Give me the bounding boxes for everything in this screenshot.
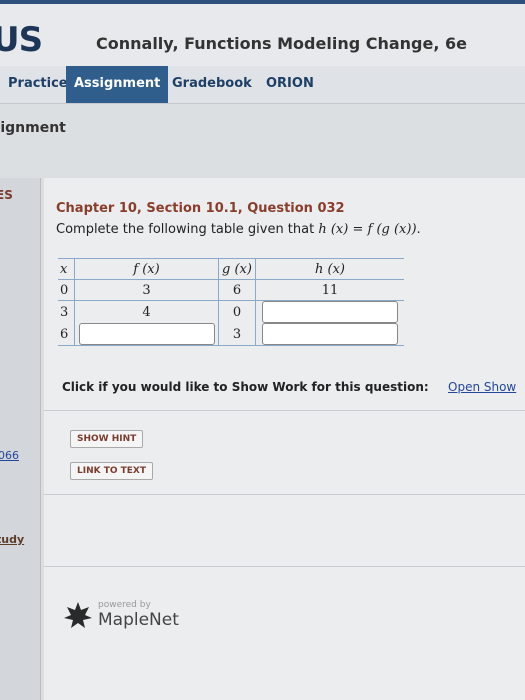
cell-x: 6 — [58, 323, 75, 346]
cell-f: 4 — [74, 300, 219, 323]
table-row: 3 4 0 — [58, 300, 405, 323]
tab-orion[interactable]: ORION — [258, 66, 322, 103]
tab-gradebook[interactable]: Gradebook — [164, 66, 260, 103]
divider — [44, 494, 525, 495]
powered-by-label: powered by — [98, 600, 151, 610]
logo: US — [0, 20, 43, 60]
prompt-formula: h (x) = f (g (x)) — [318, 222, 417, 237]
cell-h: 11 — [255, 279, 404, 301]
cell-g: 6 — [218, 279, 256, 301]
prompt-text: Complete the following table given that — [56, 222, 315, 237]
header-g: g (x) — [218, 258, 256, 280]
maplenet-logo: MapleNet — [98, 610, 179, 630]
table-header-row: x f (x) g (x) h (x) — [58, 258, 404, 280]
cell-g: 3 — [218, 323, 256, 346]
open-show-work-link[interactable]: Open Show — [448, 380, 516, 394]
tab-assignment[interactable]: Assignment — [66, 66, 169, 103]
question-prompt: Complete the following table given that … — [56, 222, 421, 237]
question-title: Chapter 10, Section 10.1, Question 032 — [56, 201, 345, 216]
table-row: 0 3 6 11 — [58, 279, 404, 301]
sidebar-study-link[interactable]: tudy — [0, 533, 24, 546]
show-hint-button[interactable]: SHOW HINT — [70, 430, 144, 448]
header-f: f (x) — [74, 258, 219, 280]
cell-x: 0 — [58, 279, 75, 301]
cell-h-container — [256, 301, 405, 323]
h-of-6-input[interactable] — [262, 323, 398, 345]
page-title: signment — [0, 120, 66, 136]
sidebar — [0, 178, 41, 700]
cell-h-container — [255, 323, 404, 346]
course-title: Connally, Functions Modeling Change, 6e — [96, 34, 467, 53]
sidebar-heading: ES — [0, 188, 13, 202]
tab-practice[interactable]: Practice — [0, 66, 76, 103]
sidebar-link[interactable]: 066 — [0, 449, 19, 462]
cell-f: 3 — [74, 279, 219, 301]
divider — [44, 566, 525, 567]
f-of-6-input[interactable] — [78, 323, 215, 345]
table-row: 6 3 — [58, 323, 404, 346]
show-work-label: Click if you would like to Show Work for… — [62, 380, 429, 394]
header: US Connally, Functions Modeling Change, … — [0, 4, 525, 66]
h-of-3-input[interactable] — [262, 301, 398, 323]
divider — [44, 410, 525, 411]
prompt-end: . — [416, 222, 421, 237]
maple-leaf-icon — [64, 602, 92, 628]
cell-f-container — [74, 323, 219, 346]
cell-x: 3 — [58, 300, 75, 323]
function-table: x f (x) g (x) h (x) 0 3 6 11 3 4 0 6 3 — [58, 258, 404, 346]
header-h: h (x) — [255, 258, 404, 280]
nav-tabs: Practice Assignment Gradebook ORION — [0, 66, 525, 104]
cell-g: 0 — [218, 300, 256, 323]
link-to-text-button[interactable]: LINK TO TEXT — [70, 462, 154, 480]
header-x: x — [58, 258, 75, 280]
